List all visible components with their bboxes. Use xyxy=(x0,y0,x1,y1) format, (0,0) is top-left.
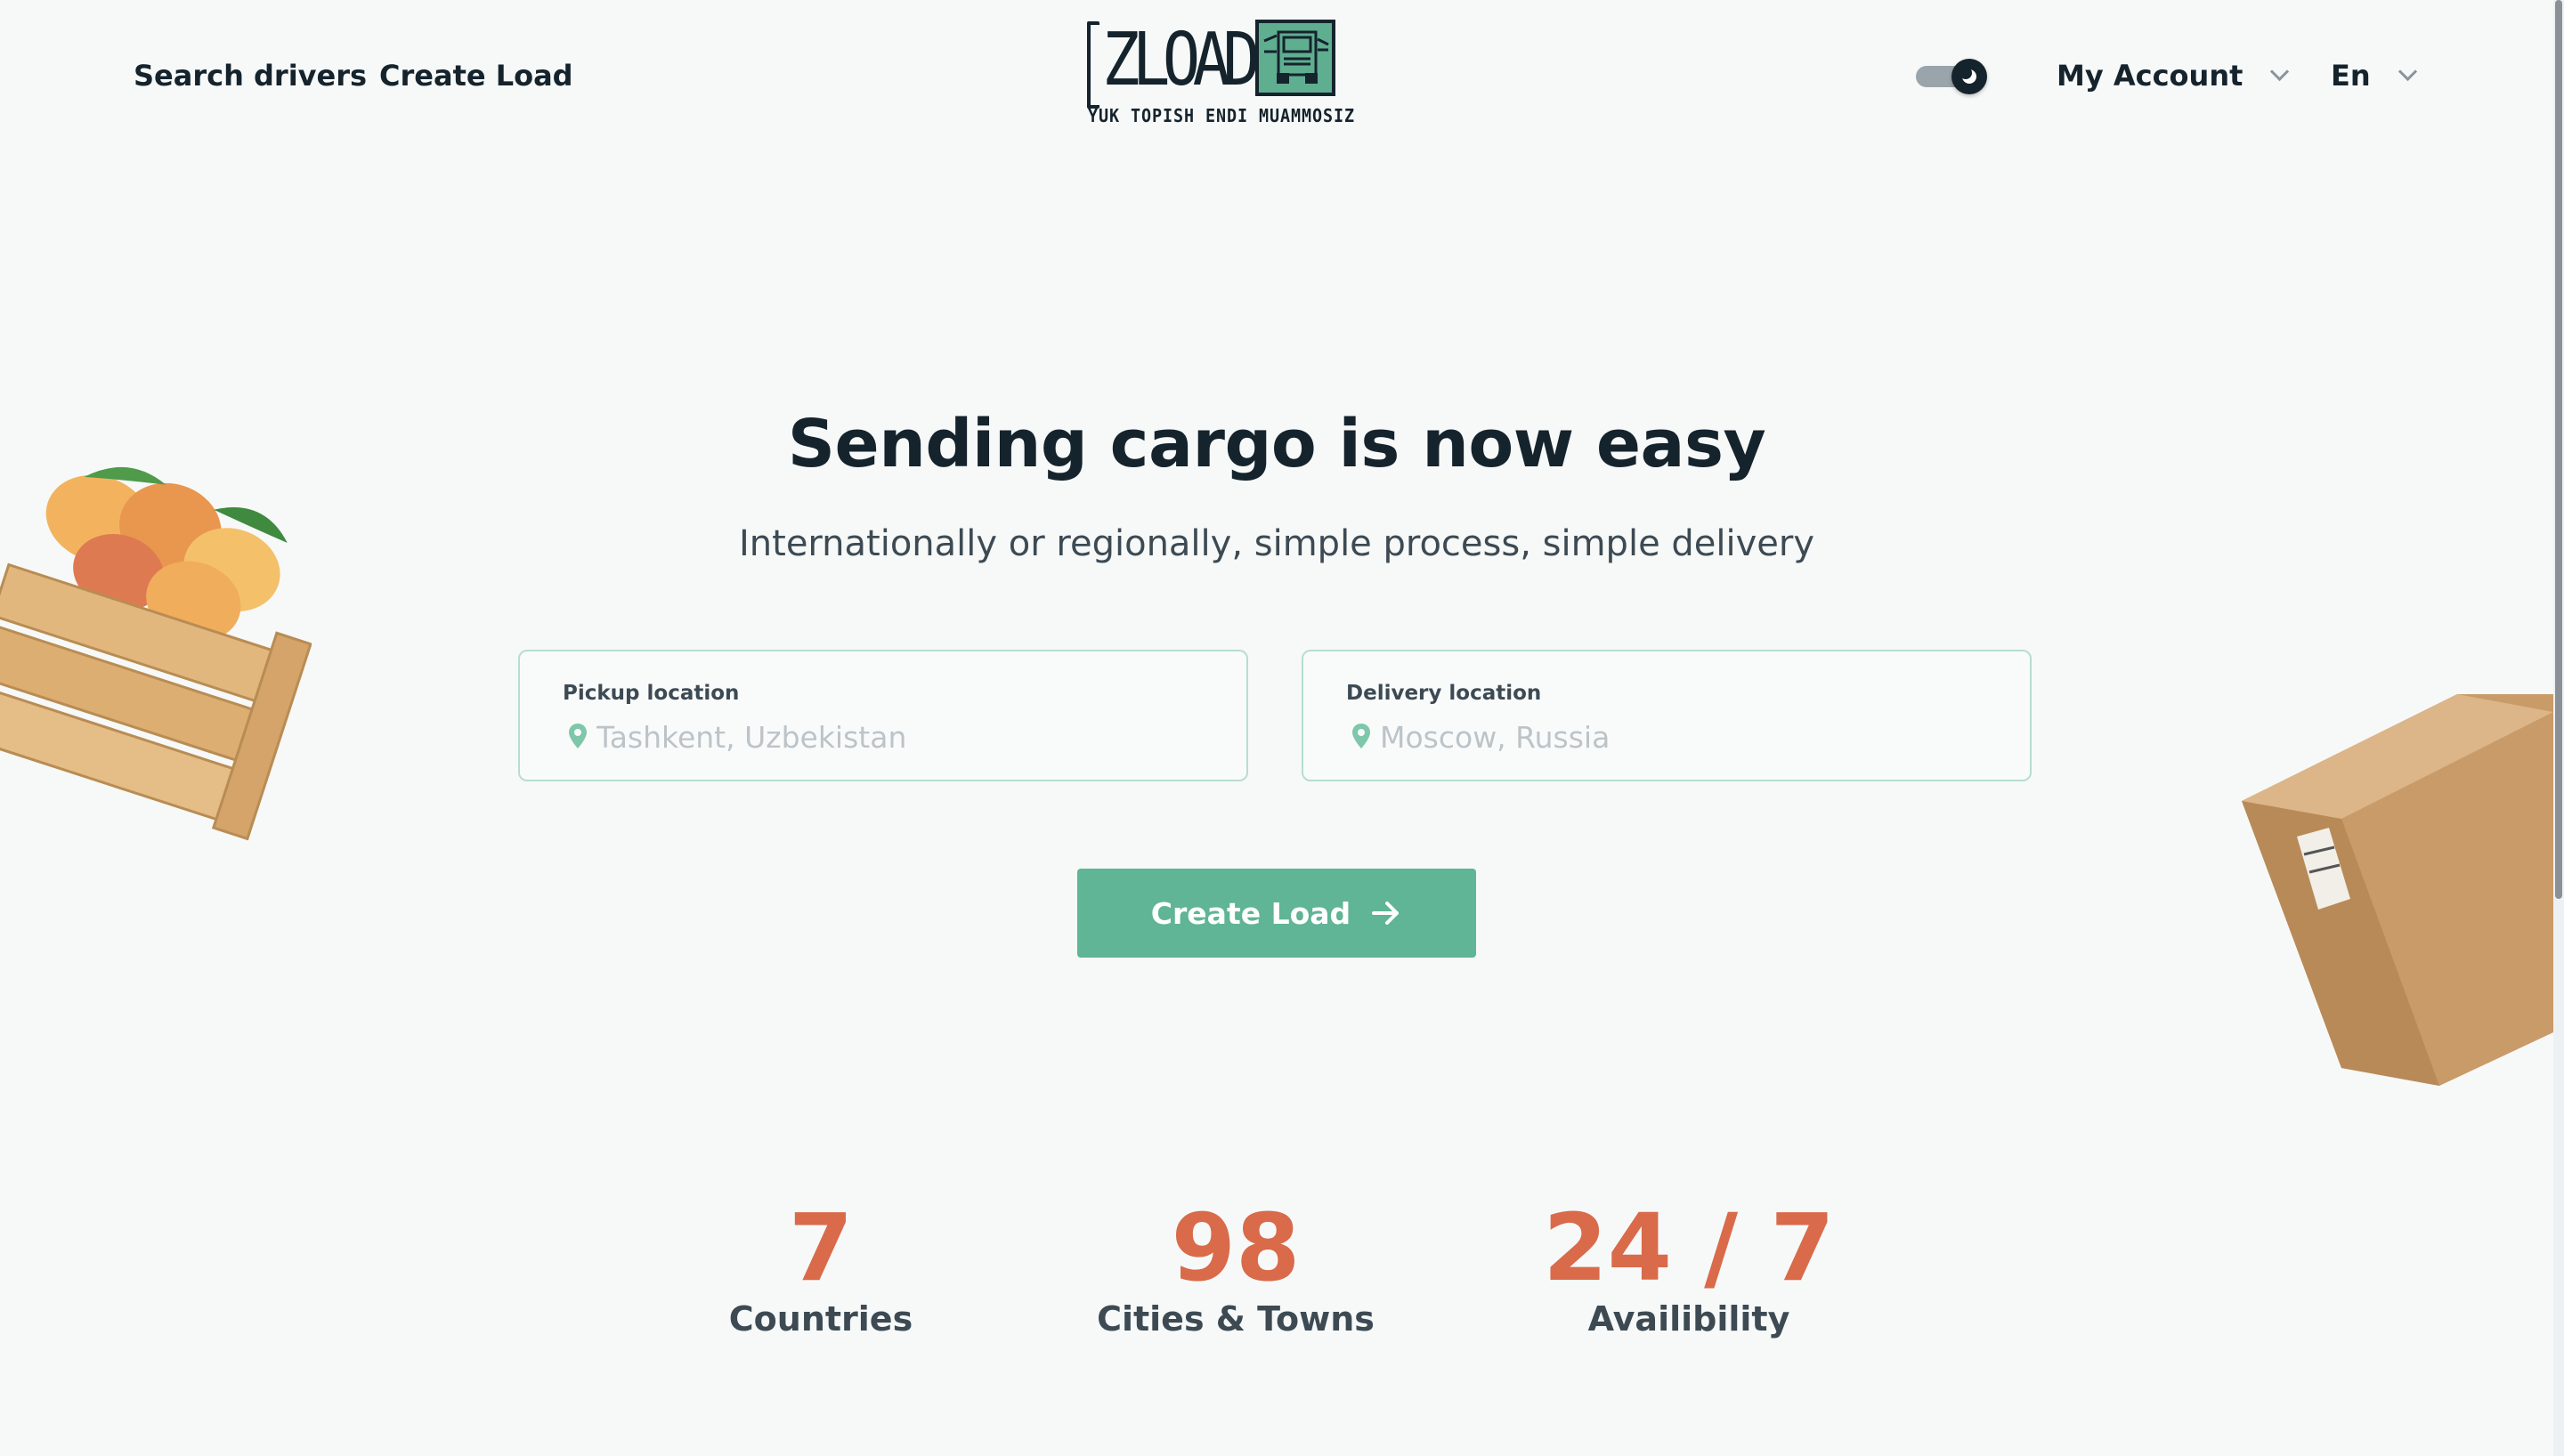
moon-toggle-icon xyxy=(1951,59,1987,94)
location-pin-icon xyxy=(1352,724,1370,748)
stat-cities: 98 Cities & Towns xyxy=(1093,1193,1378,1339)
logo-tagline: YUK TOPISH ENDI MUAMMOSIZ xyxy=(1088,105,1355,126)
page-scrollbar[interactable] xyxy=(2553,0,2564,1456)
ezload-logo[interactable]: ZLOAD YUK TOPISH ENDI MUAMMOSIZ xyxy=(1084,18,1355,130)
stat-countries: 7 Countries xyxy=(696,1193,945,1339)
stat-value: 7 xyxy=(788,1193,854,1302)
logo-e-bracket xyxy=(1087,21,1099,109)
hero-subtitle: Internationally or regionally, simple pr… xyxy=(738,523,1815,564)
pickup-input[interactable] xyxy=(596,716,1202,758)
stat-availability: 24 / 7 Availibility xyxy=(1542,1193,1836,1339)
account-label: My Account xyxy=(2057,59,2244,93)
account-menu[interactable]: My Account xyxy=(2057,59,2290,93)
theme-toggle[interactable] xyxy=(1916,59,1989,94)
arrow-right-icon xyxy=(1372,902,1400,925)
truck-icon xyxy=(1255,20,1335,96)
cardboard-box-image xyxy=(2242,694,2553,1086)
create-load-label: Create Load xyxy=(1150,895,1351,931)
delivery-label: Delivery location xyxy=(1346,682,1542,705)
stat-value: 98 xyxy=(1171,1193,1301,1302)
truck-glyph xyxy=(1263,30,1329,84)
stat-label: Availibility xyxy=(1587,1299,1790,1339)
language-label: En xyxy=(2331,59,2371,93)
peach-crate-image xyxy=(0,466,312,841)
logo-wordmark: ZLOAD xyxy=(1102,18,1261,102)
stat-label: Countries xyxy=(728,1299,913,1339)
stat-label: Cities & Towns xyxy=(1097,1299,1375,1339)
nav-create-load[interactable]: Create Load xyxy=(379,59,573,93)
scrollbar-thumb[interactable] xyxy=(2555,0,2562,899)
hero-title: Sending cargo is now easy xyxy=(787,406,1766,482)
moon-glyph xyxy=(1960,67,1976,84)
delivery-field[interactable]: Delivery location xyxy=(1302,650,2032,781)
delivery-input[interactable] xyxy=(1380,716,1985,758)
chevron-down-icon xyxy=(2270,61,2290,82)
language-select[interactable]: En xyxy=(2331,59,2417,93)
stat-value: 24 / 7 xyxy=(1543,1193,1835,1302)
chevron-down-icon xyxy=(2398,61,2417,82)
create-load-button[interactable]: Create Load xyxy=(1077,869,1476,958)
nav-search-drivers[interactable]: Search drivers xyxy=(134,59,367,93)
pickup-field[interactable]: Pickup location xyxy=(518,650,1248,781)
location-pin-icon xyxy=(569,724,587,748)
pickup-label: Pickup location xyxy=(563,682,740,705)
